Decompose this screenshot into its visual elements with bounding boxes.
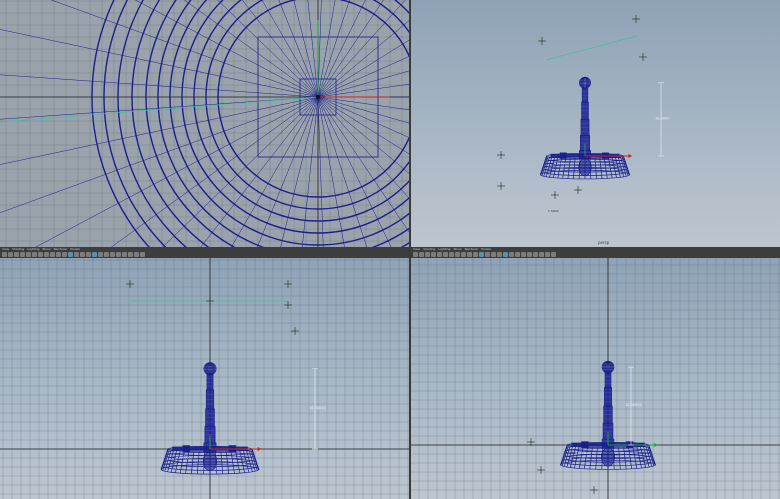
- panel-toolbar-left: View Shading Lighting Show Renderer Panels: [0, 247, 409, 258]
- dimension-height-label: 16.00000: [309, 406, 326, 410]
- dimension-base-label: 4.00000: [575, 451, 587, 455]
- motion-blur-icon[interactable]: [521, 252, 526, 257]
- lock-camera-icon[interactable]: [419, 252, 424, 257]
- xray-icon[interactable]: [539, 252, 544, 257]
- dimension-base-label: 4.00000: [176, 456, 188, 460]
- panel-menu-shading[interactable]: Shading: [423, 247, 435, 251]
- safe-action-icon[interactable]: [56, 252, 61, 257]
- safe-action-icon[interactable]: [467, 252, 472, 257]
- panel-menu-show[interactable]: Show: [42, 247, 50, 251]
- panel-menu-view[interactable]: View: [413, 247, 420, 251]
- x-axis-arrow-icon: [654, 443, 659, 447]
- xray-joints-icon[interactable]: [134, 252, 139, 257]
- grid-icon[interactable]: [26, 252, 31, 257]
- xray-icon[interactable]: [128, 252, 133, 257]
- field-chart-icon[interactable]: [461, 252, 466, 257]
- front-view-canvas[interactable]: 16.00000 4.00000: [0, 258, 409, 499]
- select-camera-icon[interactable]: [413, 252, 418, 257]
- film-gate-icon[interactable]: [443, 252, 448, 257]
- panel-menu-renderer[interactable]: Renderer: [54, 247, 68, 251]
- textured-icon[interactable]: [86, 252, 91, 257]
- viewport-bottom-right[interactable]: 16.00000 4.00000: [411, 258, 780, 499]
- panel-menu-renderer[interactable]: Renderer: [465, 247, 479, 251]
- ambient-occlusion-icon[interactable]: [515, 252, 520, 257]
- shadows-icon[interactable]: [509, 252, 514, 257]
- image-plane-icon[interactable]: [20, 252, 25, 257]
- dimension-height-label: 16.00000: [625, 403, 642, 407]
- pivot-icon: [316, 95, 320, 99]
- viewport-top-right[interactable]: 16.0000 4.00000 1.5000: [411, 0, 780, 247]
- dimension-height-label: 16.0000: [655, 116, 669, 120]
- selection-line: [545, 35, 638, 61]
- safe-title-icon[interactable]: [473, 252, 478, 257]
- panel-menu-lighting[interactable]: Lighting: [438, 247, 450, 251]
- top-view-canvas[interactable]: [0, 0, 409, 247]
- perspective-view-canvas[interactable]: 16.0000 4.00000 1.5000: [411, 0, 780, 247]
- smooth-shade-icon[interactable]: [74, 252, 79, 257]
- film-gate-icon[interactable]: [32, 252, 37, 257]
- panel-toolbar-right: View Shading Lighting Show Renderer Panels: [411, 247, 780, 258]
- lights-icon[interactable]: [92, 252, 97, 257]
- grid-icon[interactable]: [437, 252, 442, 257]
- panel-menu-panels[interactable]: Panels: [70, 247, 80, 251]
- resolution-gate-icon[interactable]: [449, 252, 454, 257]
- ambient-occlusion-icon[interactable]: [104, 252, 109, 257]
- viewport-bottom-left[interactable]: 16.00000 4.00000: [0, 258, 409, 499]
- camera-label: persp: [598, 240, 610, 245]
- viewport-top-left[interactable]: [0, 0, 409, 247]
- dimension-base-label: 4.00000: [554, 162, 566, 166]
- lights-icon[interactable]: [503, 252, 508, 257]
- default-material-icon[interactable]: [80, 252, 85, 257]
- select-camera-icon[interactable]: [2, 252, 7, 257]
- motion-blur-icon[interactable]: [110, 252, 115, 257]
- side-view-canvas[interactable]: 16.00000 4.00000: [411, 258, 780, 499]
- panel-menu-view[interactable]: View: [2, 247, 9, 251]
- gate-mask-icon[interactable]: [455, 252, 460, 257]
- panel-menu-bar: View Shading Lighting Show Renderer Panels: [411, 247, 491, 251]
- wireframe-icon[interactable]: [479, 252, 484, 257]
- textured-icon[interactable]: [497, 252, 502, 257]
- safe-title-icon[interactable]: [62, 252, 67, 257]
- dimension-footer-label: 1.5000: [548, 209, 559, 213]
- smooth-shade-icon[interactable]: [485, 252, 490, 257]
- panel-menu-shading[interactable]: Shading: [12, 247, 24, 251]
- lock-camera-icon[interactable]: [8, 252, 13, 257]
- default-material-icon[interactable]: [491, 252, 496, 257]
- grid-lines: [411, 258, 780, 499]
- image-plane-icon[interactable]: [431, 252, 436, 257]
- xray-joints-icon[interactable]: [545, 252, 550, 257]
- panel-menu-bar: View Shading Lighting Show Renderer Panels: [0, 247, 80, 251]
- panel-menu-panels[interactable]: Panels: [481, 247, 491, 251]
- isolate-select-icon[interactable]: [122, 252, 127, 257]
- field-chart-icon[interactable]: [50, 252, 55, 257]
- antialias-icon[interactable]: [527, 252, 532, 257]
- panel-menu-show[interactable]: Show: [453, 247, 461, 251]
- bookmark-icon[interactable]: [14, 252, 19, 257]
- antialias-icon[interactable]: [116, 252, 121, 257]
- gate-mask-icon[interactable]: [44, 252, 49, 257]
- panel-icon-bar: [0, 252, 145, 257]
- bookmark-icon[interactable]: [425, 252, 430, 257]
- xray-components-icon[interactable]: [140, 252, 145, 257]
- xray-components-icon[interactable]: [551, 252, 556, 257]
- panel-menu-lighting[interactable]: Lighting: [27, 247, 39, 251]
- wireframe-icon[interactable]: [68, 252, 73, 257]
- isolate-select-icon[interactable]: [533, 252, 538, 257]
- panel-icon-bar: [411, 252, 556, 257]
- x-axis-arrow-icon: [257, 447, 262, 451]
- resolution-gate-icon[interactable]: [38, 252, 43, 257]
- x-axis-arrow-icon: [628, 154, 633, 158]
- shadows-icon[interactable]: [98, 252, 103, 257]
